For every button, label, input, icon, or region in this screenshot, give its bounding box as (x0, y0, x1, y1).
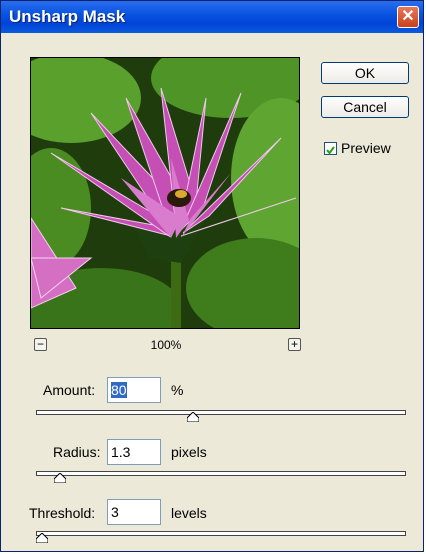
zoom-out-icon: − (36, 337, 44, 351)
lotus-flower-image (31, 58, 299, 328)
threshold-slider-track[interactable] (36, 531, 406, 536)
ok-button[interactable]: OK (321, 62, 409, 84)
close-icon: ✕ (401, 8, 415, 25)
zoom-out-button[interactable]: − (34, 338, 47, 351)
amount-slider-track[interactable] (36, 410, 406, 415)
radius-field[interactable]: 1.3 (107, 439, 161, 465)
zoom-level: 100% (150, 338, 182, 352)
amount-field[interactable]: 80 (107, 377, 161, 403)
close-button[interactable]: ✕ (397, 6, 419, 28)
radius-unit: pixels (171, 444, 207, 460)
preview-checkbox[interactable] (324, 142, 337, 155)
cancel-button[interactable]: Cancel (321, 96, 409, 118)
amount-label: Amount: (43, 382, 96, 398)
radius-slider-thumb[interactable] (54, 473, 67, 483)
amount-value: 80 (111, 382, 127, 398)
window-title: Unsharp Mask (9, 7, 126, 26)
unsharp-mask-dialog: Unsharp Mask ✕ OK Cancel Preview − 100% … (0, 0, 424, 552)
zoom-in-icon: + (290, 337, 298, 351)
amount-unit: % (171, 382, 184, 398)
preview-checkbox-label[interactable]: Preview (341, 140, 391, 156)
threshold-unit: levels (171, 505, 207, 521)
threshold-field[interactable]: 3 (107, 499, 161, 525)
radius-label: Radius: (53, 444, 101, 460)
amount-slider-thumb[interactable] (187, 412, 200, 422)
threshold-label: Threshold: (29, 505, 96, 521)
radius-slider-track[interactable] (36, 471, 406, 476)
threshold-slider-thumb[interactable] (35, 533, 48, 543)
title-bar: Unsharp Mask ✕ (1, 1, 423, 33)
checkmark-icon (326, 146, 335, 155)
preview-image[interactable] (30, 57, 300, 329)
zoom-in-button[interactable]: + (288, 338, 301, 351)
